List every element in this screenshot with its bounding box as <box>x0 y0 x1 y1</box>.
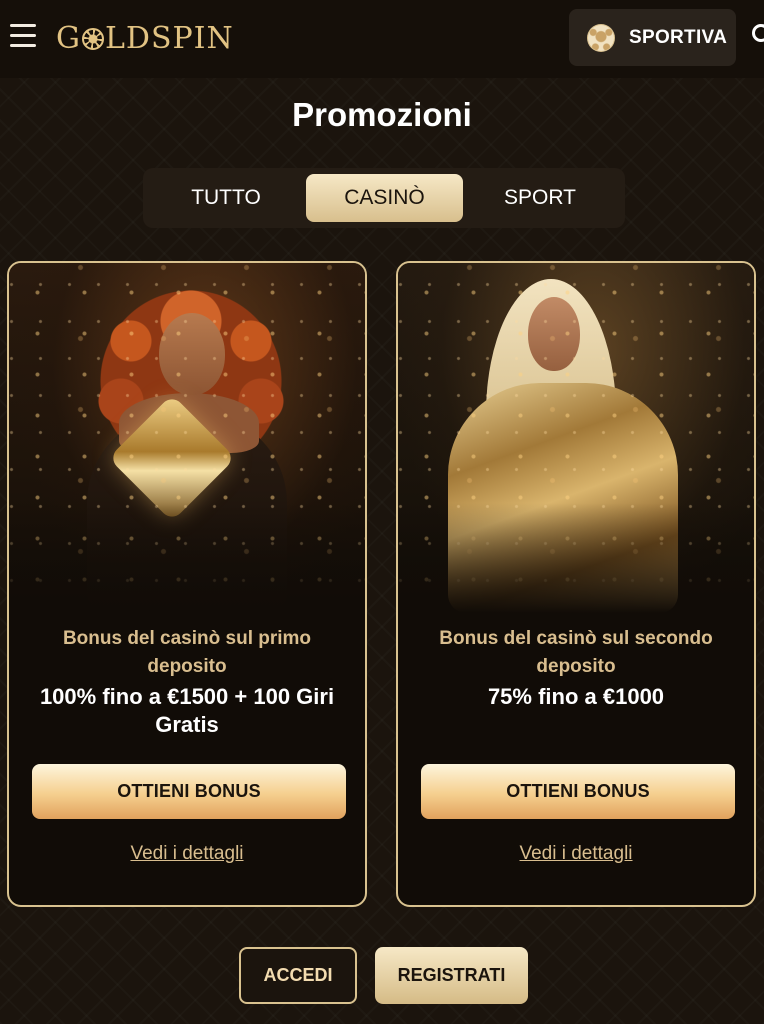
promo-offer: 100% fino a €1500 + 100 Giri Gratis <box>39 684 335 737</box>
details-link[interactable]: Vedi i dettagli <box>398 843 754 865</box>
tab-sport[interactable]: SPORT <box>468 174 612 222</box>
logo-text-right: LDSPIN <box>104 20 234 56</box>
sportiva-label: SPORTIVA <box>629 26 728 48</box>
promo-offer: 75% fino a €1000 <box>487 684 665 709</box>
tab-casino[interactable]: CASINÒ <box>306 174 463 222</box>
image-fade <box>9 503 365 613</box>
tab-tutto[interactable]: TUTTO <box>151 174 301 222</box>
promo-title: Bonus del casinò sul secondo deposito <box>439 628 713 677</box>
promo-image-blonde-woman <box>398 263 754 613</box>
get-bonus-button[interactable]: OTTIENI BONUS <box>32 764 346 819</box>
get-bonus-button[interactable]: OTTIENI BONUS <box>421 764 735 819</box>
search-icon[interactable] <box>752 24 764 42</box>
hamburger-menu-icon[interactable] <box>10 24 36 48</box>
login-button[interactable]: ACCEDI <box>239 947 357 1004</box>
register-button[interactable]: REGISTRATI <box>375 947 528 1004</box>
details-link[interactable]: Vedi i dettagli <box>9 843 365 865</box>
promo-card-first-deposit: Bonus del casinò sul primo deposito 100%… <box>7 261 367 907</box>
promotion-tabs: TUTTO CASINÒ SPORT <box>143 168 625 228</box>
logo-text-left: G <box>56 20 81 56</box>
soccer-ball-icon <box>587 23 615 52</box>
goldspin-logo[interactable]: G LDSPIN <box>56 16 234 60</box>
promo-title: Bonus del casinò sul primo deposito <box>62 628 312 677</box>
image-fade <box>398 503 754 613</box>
page-title: Promozioni <box>292 96 472 133</box>
top-header: G LDSPIN SPORTIVA <box>0 0 764 78</box>
promo-image-redhead-woman <box>9 263 365 613</box>
sportiva-button[interactable]: SPORTIVA <box>569 9 736 66</box>
logo-spin-icon <box>81 28 104 50</box>
promo-card-second-deposit: Bonus del casinò sul secondo deposito 75… <box>396 261 756 907</box>
